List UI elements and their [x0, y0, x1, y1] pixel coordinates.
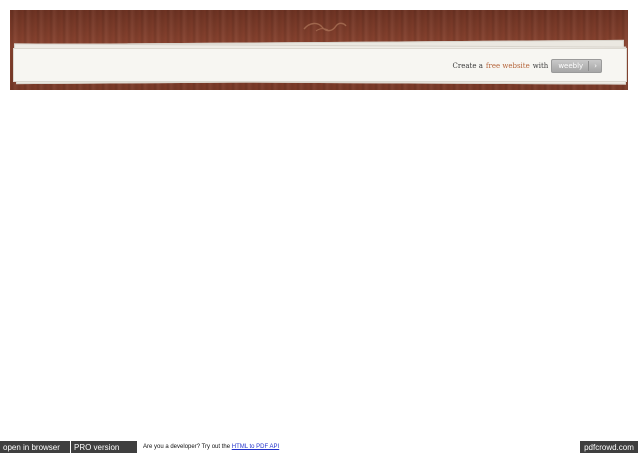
weebly-label: weebly [558, 62, 584, 70]
pdfcrowd-footer: open in browser PRO version Are you a de… [0, 441, 638, 453]
credit-suffix: with [532, 62, 549, 70]
credit-prefix: Create a [452, 62, 483, 70]
badge-divider [588, 61, 590, 71]
developer-message: Are you a developer? Try out the HTML to… [143, 444, 279, 450]
weebly-button[interactable]: weebly › [551, 59, 602, 73]
free-website-link[interactable]: free website [486, 62, 530, 70]
open-in-browser-button[interactable]: open in browser [0, 441, 70, 453]
weebly-credit: Create a free website with weebly › [453, 59, 602, 73]
page: Create a free website with weebly › open… [0, 0, 638, 453]
pdfcrowd-brand-link[interactable]: pdfcrowd.com [580, 441, 638, 453]
scroll-ornament-icon [303, 22, 347, 32]
dropdown-arrow-icon: › [594, 62, 597, 70]
pro-version-button[interactable]: PRO version [71, 441, 137, 453]
developer-text: Are you a developer? Try out the [143, 444, 231, 450]
html-to-pdf-api-link[interactable]: HTML to PDF API [232, 444, 279, 450]
